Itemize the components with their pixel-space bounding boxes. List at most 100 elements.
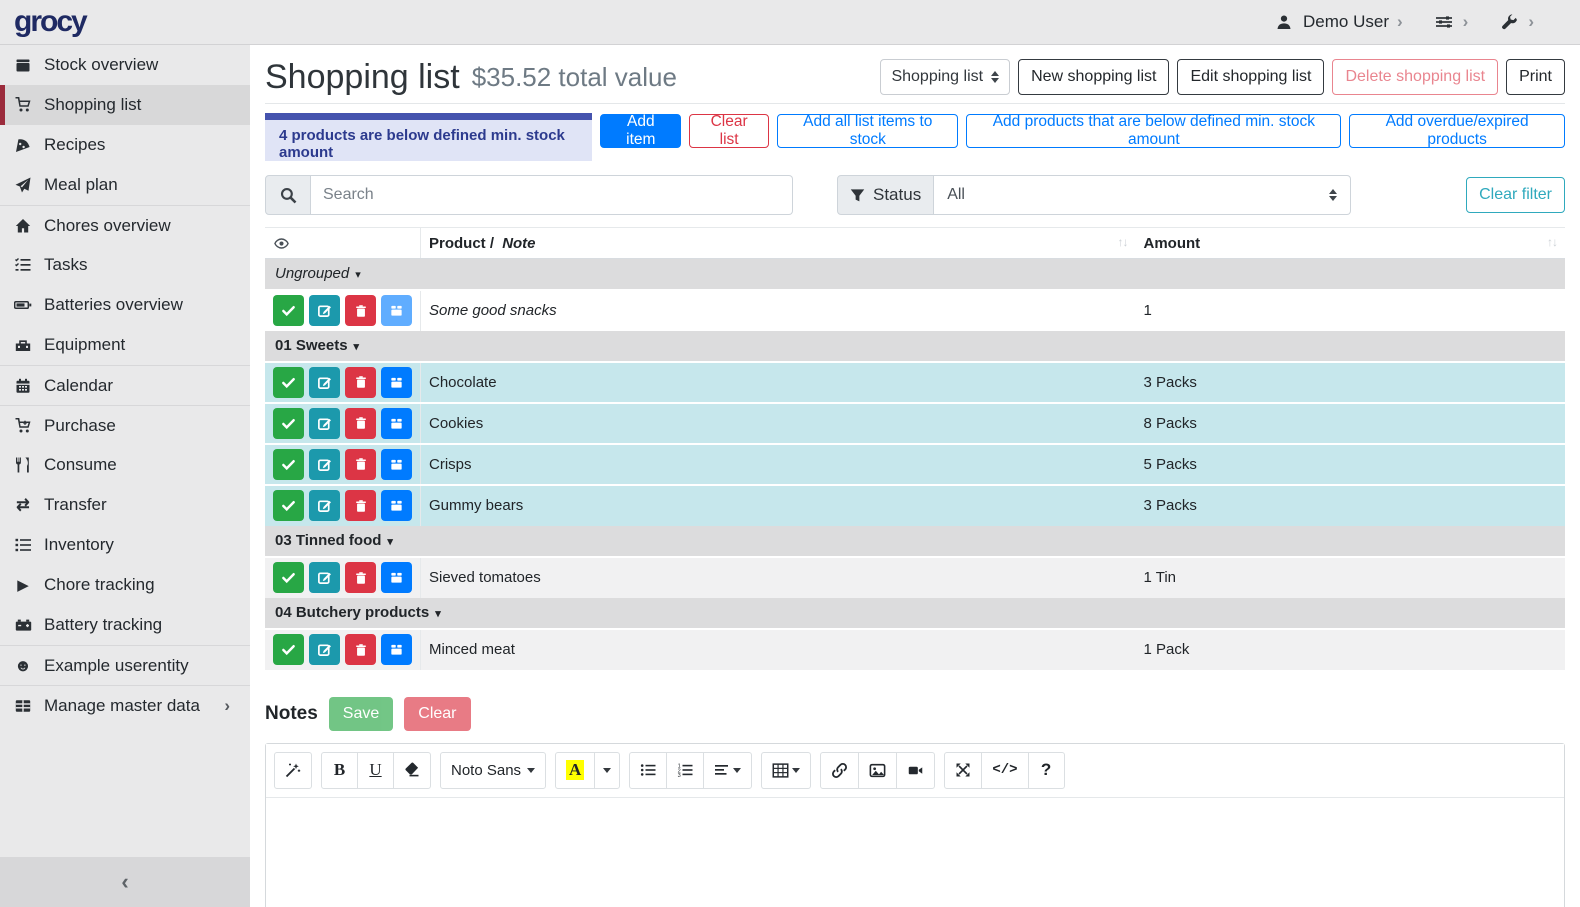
clear-list-button[interactable]: Clear list: [689, 114, 769, 148]
help-button[interactable]: ?: [1028, 752, 1065, 789]
amount-cell: 1: [1136, 290, 1566, 331]
add-below-min-button[interactable]: Add products that are below defined min.…: [966, 114, 1341, 148]
amount-column-header[interactable]: Amount ↑↓: [1136, 228, 1566, 259]
delete-item-button[interactable]: [345, 449, 376, 480]
add-to-stock-button[interactable]: [381, 562, 412, 593]
sidebar-item-tasks[interactable]: Tasks: [0, 245, 250, 285]
sidebar-item-shopping-list[interactable]: Shopping list: [0, 85, 250, 125]
group-row-butchery[interactable]: 04 Butchery products▾: [265, 598, 1565, 629]
ordered-list-button[interactable]: 123: [666, 752, 704, 789]
add-overdue-button[interactable]: Add overdue/expired products: [1349, 114, 1565, 148]
magic-style-button[interactable]: [274, 752, 312, 789]
mark-done-button[interactable]: [273, 449, 304, 480]
unordered-list-button[interactable]: [629, 752, 667, 789]
notes-clear-button[interactable]: Clear: [404, 697, 470, 731]
print-button[interactable]: Print: [1506, 59, 1565, 95]
underline-button[interactable]: U: [357, 752, 394, 789]
product-column-header[interactable]: Product / Note ↑↓: [421, 228, 1136, 259]
user-menu[interactable]: Demo User ›: [1273, 12, 1403, 32]
sidebar-item-battery-tracking[interactable]: Battery tracking: [0, 605, 250, 645]
color-caret-button[interactable]: [594, 752, 620, 789]
shopping-cart-icon: [12, 97, 34, 113]
delete-item-button[interactable]: [345, 367, 376, 398]
edit-shopping-list-button[interactable]: Edit shopping list: [1177, 59, 1324, 95]
edit-item-button[interactable]: [309, 562, 340, 593]
status-select[interactable]: All: [934, 175, 1351, 215]
settings-menu[interactable]: ›: [1433, 12, 1469, 32]
caret-down-icon: ▾: [355, 269, 361, 281]
sidebar-item-manage-master-data[interactable]: Manage master data ›: [0, 685, 250, 725]
delete-item-button[interactable]: [345, 490, 376, 521]
edit-item-button[interactable]: [309, 449, 340, 480]
search-icon: [265, 175, 311, 215]
sidebar-item-label: Tasks: [44, 255, 87, 275]
insert-link-button[interactable]: [820, 752, 859, 789]
sidebar-item-recipes[interactable]: Recipes: [0, 125, 250, 165]
mark-done-button[interactable]: [273, 295, 304, 326]
sidebar-collapse-button[interactable]: ‹: [0, 857, 250, 907]
add-to-stock-button[interactable]: [381, 367, 412, 398]
add-to-stock-button[interactable]: [381, 634, 412, 665]
product-name: Sieved tomatoes: [421, 557, 1136, 598]
sidebar-item-consume[interactable]: Consume: [0, 445, 250, 485]
visibility-column-header[interactable]: [265, 228, 421, 259]
mark-done-button[interactable]: [273, 367, 304, 398]
grocy-logo[interactable]: grocy: [0, 5, 250, 39]
sidebar-item-batteries-overview[interactable]: Batteries overview: [0, 285, 250, 325]
edit-item-button[interactable]: [309, 634, 340, 665]
code-view-button[interactable]: </>: [981, 752, 1028, 789]
clear-filter-button[interactable]: Clear filter: [1466, 177, 1565, 213]
utensils-icon: [12, 457, 34, 473]
sidebar-item-purchase[interactable]: Purchase: [0, 405, 250, 445]
bold-button[interactable]: B: [321, 752, 358, 789]
shopping-list-select[interactable]: Shopping list: [880, 59, 1010, 95]
sidebar-item-transfer[interactable]: ⇄ Transfer: [0, 485, 250, 525]
edit-item-button[interactable]: [309, 367, 340, 398]
delete-item-button[interactable]: [345, 295, 376, 326]
delete-shopping-list-button[interactable]: Delete shopping list: [1332, 59, 1498, 95]
editor-content-area[interactable]: [266, 798, 1564, 907]
clear-format-button[interactable]: [393, 752, 431, 789]
below-min-stock-alert[interactable]: 4 products are below defined min. stock …: [265, 113, 592, 161]
notes-save-button[interactable]: Save: [329, 697, 393, 731]
group-row-tinned-food[interactable]: 03 Tinned food▾: [265, 526, 1565, 557]
paragraph-align-button[interactable]: [703, 752, 752, 789]
sidebar-item-example-userentity[interactable]: ☻ Example userentity: [0, 645, 250, 685]
sidebar-item-calendar[interactable]: Calendar: [0, 365, 250, 405]
delete-item-button[interactable]: [345, 408, 376, 439]
sidebar-item-inventory[interactable]: Inventory: [0, 525, 250, 565]
fullscreen-button[interactable]: [944, 752, 982, 789]
insert-video-button[interactable]: [896, 752, 935, 789]
caret-down-icon: ▾: [435, 608, 441, 620]
mark-done-button[interactable]: [273, 634, 304, 665]
caret-down-icon: ▾: [387, 536, 393, 548]
mark-done-button[interactable]: [273, 562, 304, 593]
sidebar-item-stock-overview[interactable]: Stock overview: [0, 45, 250, 85]
delete-item-button[interactable]: [345, 562, 376, 593]
insert-table-button[interactable]: [761, 752, 811, 789]
delete-item-button[interactable]: [345, 634, 376, 665]
sidebar-item-meal-plan[interactable]: Meal plan: [0, 165, 250, 205]
add-to-stock-button[interactable]: [381, 295, 412, 326]
edit-item-button[interactable]: [309, 490, 340, 521]
mark-done-button[interactable]: [273, 490, 304, 521]
highlight-color-button[interactable]: A: [555, 752, 595, 789]
insert-picture-button[interactable]: [858, 752, 897, 789]
add-to-stock-button[interactable]: [381, 490, 412, 521]
search-input[interactable]: [311, 175, 793, 215]
mark-done-button[interactable]: [273, 408, 304, 439]
sidebar-item-chore-tracking[interactable]: ▶ Chore tracking: [0, 565, 250, 605]
sidebar-item-equipment[interactable]: Equipment: [0, 325, 250, 365]
add-to-stock-button[interactable]: [381, 408, 412, 439]
sidebar-item-chores-overview[interactable]: Chores overview: [0, 205, 250, 245]
group-row-sweets[interactable]: 01 Sweets▾: [265, 331, 1565, 362]
edit-item-button[interactable]: [309, 295, 340, 326]
font-family-select[interactable]: Noto Sans: [440, 752, 546, 789]
admin-menu[interactable]: ›: [1498, 12, 1534, 32]
group-row-ungrouped[interactable]: Ungrouped▾: [265, 259, 1565, 290]
add-to-stock-button[interactable]: [381, 449, 412, 480]
new-shopping-list-button[interactable]: New shopping list: [1018, 59, 1169, 95]
edit-item-button[interactable]: [309, 408, 340, 439]
add-item-button[interactable]: Add item: [600, 114, 681, 148]
add-all-items-button[interactable]: Add all list items to stock: [777, 114, 958, 148]
